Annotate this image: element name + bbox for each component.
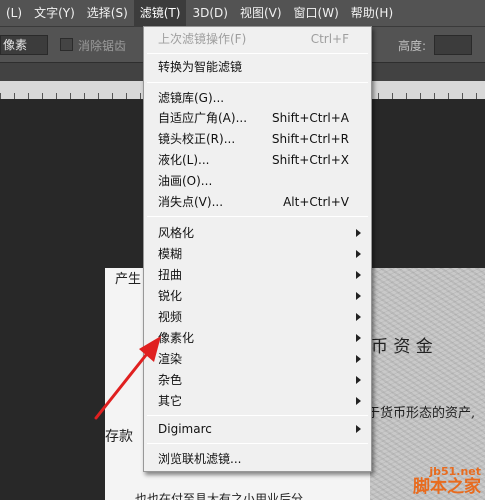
submenu-stylize-label: 风格化 <box>158 226 195 240</box>
submenu-arrow-icon <box>356 425 361 433</box>
submenu-distort-label: 扭曲 <box>158 268 183 282</box>
submenu-pixelate[interactable]: 像素化 <box>144 328 371 348</box>
submenu-arrow-icon <box>356 334 361 342</box>
menu-separator <box>147 53 368 54</box>
convert-smart-filter-item[interactable]: 转换为智能滤镜 <box>144 57 371 77</box>
submenu-video-label: 视频 <box>158 310 183 324</box>
oil-paint-item[interactable]: 油画(O)... <box>144 171 371 191</box>
submenu-other-label: 其它 <box>158 394 183 408</box>
adaptive-wide-angle-shortcut: Shift+Ctrl+A <box>272 111 349 125</box>
doc-text-3: 币 资 金 <box>371 337 433 357</box>
menu-separator <box>147 216 368 217</box>
submenu-other[interactable]: 其它 <box>144 391 371 411</box>
lens-correction-label: 镜头校正(R)... <box>158 132 236 146</box>
submenu-distort[interactable]: 扭曲 <box>144 265 371 285</box>
submenu-stylize[interactable]: 风格化 <box>144 223 371 243</box>
antialias-label: 消除锯齿 <box>78 39 127 53</box>
liquify-shortcut: Shift+Ctrl+X <box>272 153 349 167</box>
filter-gallery-label: 滤镜库(G)... <box>158 91 225 105</box>
doc-text-1: 产生 <box>115 272 142 287</box>
doc-text-5: 也也在付至具大有之小用业后分 <box>135 492 304 500</box>
submenu-arrow-icon <box>356 292 361 300</box>
browse-online-filters-label: 浏览联机滤镜... <box>158 452 242 466</box>
menu-layer-partial[interactable]: (L) <box>0 0 28 27</box>
watermark-logo-text: 脚本之家 <box>413 477 481 497</box>
submenu-blur[interactable]: 模糊 <box>144 244 371 264</box>
menu-select[interactable]: 选择(S) <box>81 0 134 27</box>
submenu-pixelate-label: 像素化 <box>158 331 195 345</box>
submenu-noise[interactable]: 杂色 <box>144 370 371 390</box>
liquify-label: 液化(L)... <box>158 153 210 167</box>
watermark: jb51.net 脚本之家 <box>413 465 481 496</box>
menu-3d[interactable]: 3D(D) <box>186 0 233 27</box>
submenu-arrow-icon <box>356 313 361 321</box>
menu-window[interactable]: 窗口(W) <box>288 0 345 27</box>
filter-menu: 上次滤镜操作(F) Ctrl+F 转换为智能滤镜 滤镜库(G)... 自适应广角… <box>143 26 372 472</box>
last-filter-item: 上次滤镜操作(F) Ctrl+F <box>144 29 371 49</box>
adaptive-wide-angle-label: 自适应广角(A)... <box>158 111 248 125</box>
vanishing-point-shortcut: Alt+Ctrl+V <box>283 195 349 209</box>
convert-smart-filter-label: 转换为智能滤镜 <box>158 60 243 74</box>
menu-filter[interactable]: 滤镜(T) <box>133 0 187 27</box>
browse-online-filters-item[interactable]: 浏览联机滤镜... <box>144 449 371 469</box>
adaptive-wide-angle-item[interactable]: 自适应广角(A)... Shift+Ctrl+A <box>144 108 371 128</box>
unit-select[interactable]: 像素 <box>0 35 48 55</box>
last-filter-label: 上次滤镜操作(F) <box>158 32 247 46</box>
submenu-arrow-icon <box>356 355 361 363</box>
menu-view[interactable]: 视图(V) <box>234 0 288 27</box>
submenu-video[interactable]: 视频 <box>144 307 371 327</box>
lens-correction-item[interactable]: 镜头校正(R)... Shift+Ctrl+R <box>144 129 371 149</box>
submenu-arrow-icon <box>356 250 361 258</box>
last-filter-shortcut: Ctrl+F <box>310 32 349 46</box>
menu-help[interactable]: 帮助(H) <box>345 0 399 27</box>
submenu-noise-label: 杂色 <box>158 373 183 387</box>
submenu-render[interactable]: 渲染 <box>144 349 371 369</box>
filter-gallery-item[interactable]: 滤镜库(G)... <box>144 88 371 108</box>
submenu-arrow-icon <box>356 397 361 405</box>
liquify-item[interactable]: 液化(L)... Shift+Ctrl+X <box>144 150 371 170</box>
submenu-arrow-icon <box>356 376 361 384</box>
menubar: (L) 文字(Y) 选择(S) 滤镜(T) 3D(D) 视图(V) 窗口(W) … <box>0 0 485 27</box>
height-input[interactable] <box>434 35 472 55</box>
vanishing-point-label: 消失点(V)... <box>158 195 224 209</box>
menu-separator <box>147 82 368 83</box>
doc-text-2: 存款 <box>105 429 133 445</box>
submenu-arrow-icon <box>356 271 361 279</box>
lens-correction-shortcut: Shift+Ctrl+R <box>271 132 349 146</box>
submenu-sharpen[interactable]: 锐化 <box>144 286 371 306</box>
menu-type[interactable]: 文字(Y) <box>28 0 81 27</box>
doc-text-4: 于货币形态的资产, <box>367 406 476 421</box>
submenu-blur-label: 模糊 <box>158 247 183 261</box>
submenu-render-label: 渲染 <box>158 352 183 366</box>
submenu-arrow-icon <box>356 229 361 237</box>
menu-separator <box>147 443 368 444</box>
vanishing-point-item[interactable]: 消失点(V)... Alt+Ctrl+V <box>144 192 371 212</box>
antialias-checkbox[interactable] <box>60 38 73 51</box>
height-label: 高度: <box>398 39 427 53</box>
menu-separator <box>147 415 368 416</box>
submenu-digimarc-label: Digimarc <box>158 422 212 436</box>
oil-paint-label: 油画(O)... <box>158 174 213 188</box>
submenu-sharpen-label: 锐化 <box>158 289 183 303</box>
submenu-digimarc[interactable]: Digimarc <box>144 419 371 439</box>
